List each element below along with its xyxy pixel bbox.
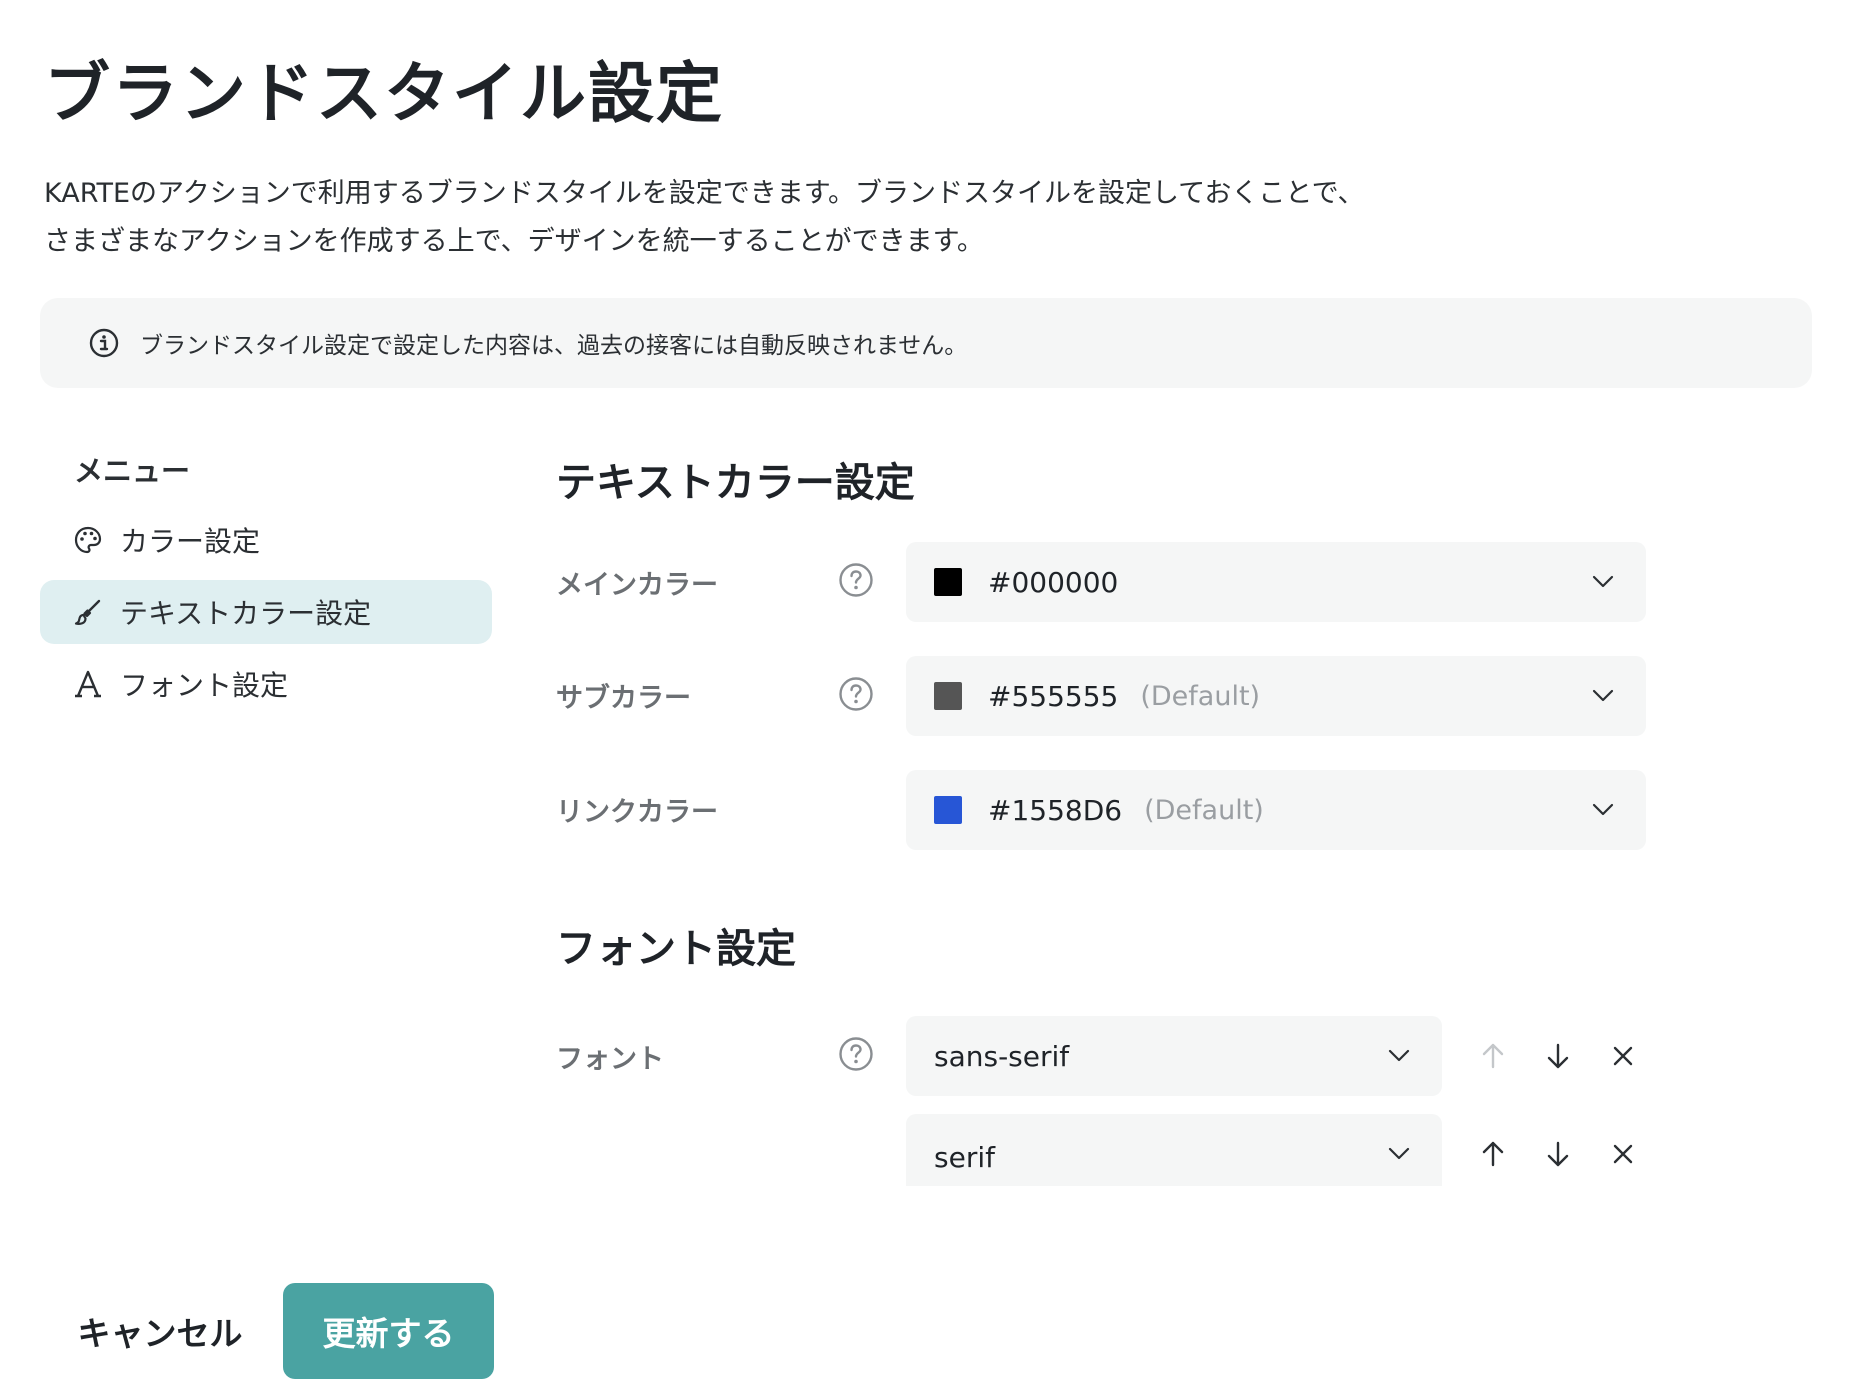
description-line-2: さまざまなアクションを作成する上で、デザインを統一することができます。	[44, 226, 984, 257]
text-color-section-title: テキストカラー設定	[556, 460, 915, 506]
brush-icon	[72, 596, 104, 628]
color-value: #1558D6	[988, 793, 1123, 827]
sidebar-item-text-color-settings[interactable]: テキストカラー設定	[40, 580, 492, 644]
move-up-icon[interactable]	[1476, 1039, 1510, 1073]
chevron-down-icon	[1386, 1042, 1412, 1068]
move-up-icon[interactable]	[1476, 1137, 1510, 1171]
chevron-down-icon	[1386, 1140, 1412, 1166]
font-section-title: フォント設定	[556, 926, 796, 972]
main-color-select[interactable]: #000000	[906, 542, 1646, 622]
page-description: KARTEのアクションで利用するブランドスタイルを設定できます。ブランドスタイル…	[44, 170, 1544, 266]
sidebar-item-label: フォント設定	[120, 669, 289, 702]
chevron-down-icon	[1590, 682, 1616, 708]
main-color-label: メインカラー	[556, 570, 718, 601]
help-icon[interactable]	[838, 1036, 874, 1072]
default-tag: (Default)	[1144, 794, 1264, 826]
link-color-select[interactable]: #1558D6 (Default)	[906, 770, 1646, 850]
move-down-icon[interactable]	[1541, 1039, 1575, 1073]
remove-icon[interactable]	[1606, 1039, 1640, 1073]
font-select-1[interactable]: sans-serif	[906, 1016, 1442, 1096]
info-icon	[88, 327, 120, 359]
font-value: sans-serif	[934, 1039, 1070, 1073]
description-line-1: KARTEのアクションで利用するブランドスタイルを設定できます。ブランドスタイル…	[44, 178, 1365, 209]
help-icon[interactable]	[838, 562, 874, 598]
menu-heading: メニュー	[74, 454, 191, 488]
move-down-icon[interactable]	[1541, 1137, 1575, 1171]
default-tag: (Default)	[1140, 680, 1261, 712]
remove-icon[interactable]	[1606, 1137, 1640, 1171]
brand-style-settings-page: ブランドスタイル設定 KARTEのアクションで利用するブランドスタイルを設定でき…	[0, 0, 1850, 1384]
sidebar-item-font-settings[interactable]: フォント設定	[40, 652, 492, 716]
font-select-2[interactable]: serif	[906, 1114, 1442, 1186]
font-label: フォント	[556, 1044, 664, 1075]
sidebar-item-label: テキストカラー設定	[120, 597, 372, 630]
sidebar-item-label: カラー設定	[120, 525, 261, 558]
info-notice: ブランドスタイル設定で設定した内容は、過去の接客には自動反映されません。	[40, 298, 1812, 388]
font-value: serif	[934, 1140, 995, 1174]
chevron-down-icon	[1590, 568, 1616, 594]
chevron-down-icon	[1590, 796, 1616, 822]
sidebar-item-color-settings[interactable]: カラー設定	[40, 508, 492, 572]
color-swatch	[934, 682, 962, 710]
color-swatch	[934, 568, 962, 596]
sub-color-label: サブカラー	[556, 683, 691, 714]
sub-color-select[interactable]: #555555 (Default)	[906, 656, 1646, 736]
color-value: #555555	[988, 679, 1119, 713]
link-color-label: リンクカラー	[556, 797, 718, 828]
page-title: ブランドスタイル設定	[44, 55, 724, 132]
cancel-button[interactable]: キャンセル	[70, 1283, 250, 1379]
color-swatch	[934, 796, 962, 824]
color-value: #000000	[988, 565, 1119, 599]
font-a-icon	[72, 668, 104, 700]
notice-text: ブランドスタイル設定で設定した内容は、過去の接客には自動反映されません。	[140, 333, 968, 359]
help-icon[interactable]	[838, 676, 874, 712]
update-button[interactable]: 更新する	[283, 1283, 494, 1379]
palette-icon	[72, 524, 104, 556]
